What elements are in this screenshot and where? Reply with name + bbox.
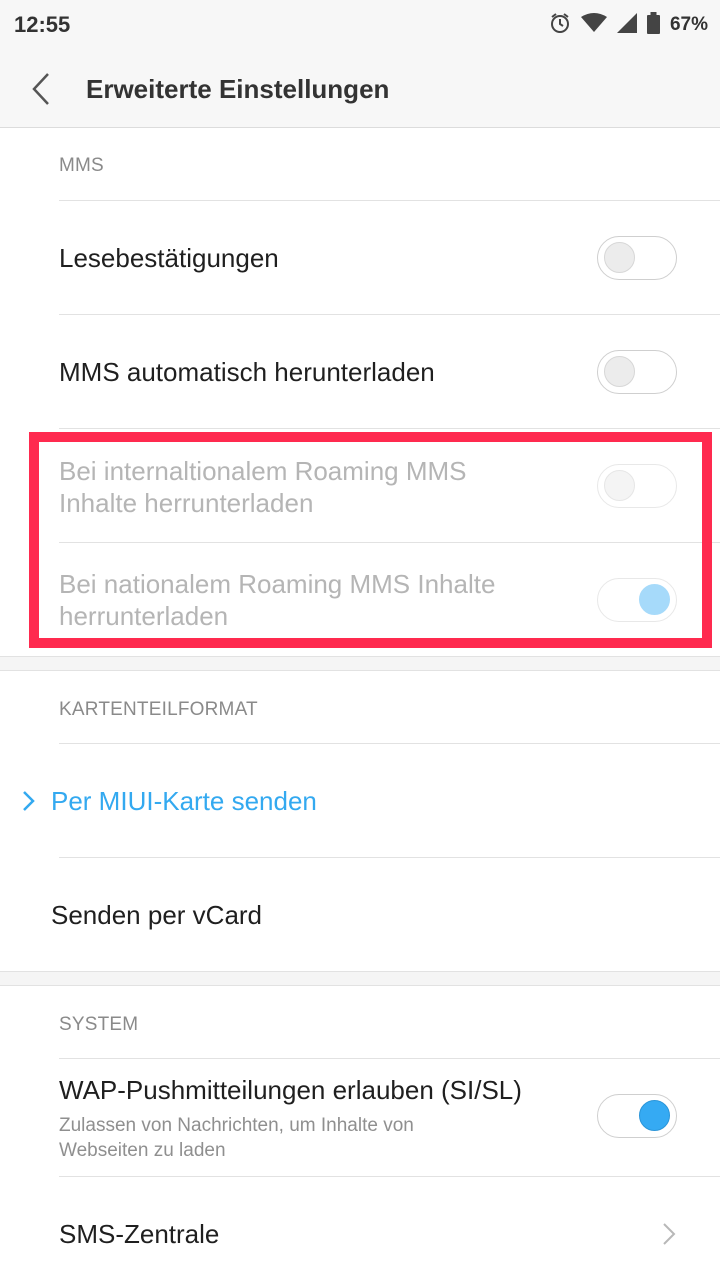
divider [59,1176,720,1177]
divider [59,314,720,315]
wap-push-label: WAP-Pushmitteilungen erlauben (SI/SL) [59,1075,522,1105]
battery-percentage: 67% [669,14,708,35]
wifi-icon [580,12,607,38]
status-time: 12:55 [14,12,71,37]
highlight-annotation [29,432,712,648]
selected-chevron-icon [22,790,36,817]
auto-download-toggle[interactable] [597,350,677,394]
section-gap [0,971,720,986]
section-label-card-format: KARTENTEILFORMAT [59,699,258,720]
divider [59,857,720,858]
signal-icon [616,12,637,38]
section-label-system: SYSTEM [59,1014,139,1035]
app-header: Erweiterte Einstellungen [0,50,720,128]
battery-icon [646,11,660,39]
toggle-knob [604,242,635,273]
sms-center-label: SMS-Zentrale [59,1219,220,1249]
wap-push-sublabel-line1: Zulassen von Nachrichten, um Inhalte von [59,1115,414,1136]
read-receipts-toggle[interactable] [597,236,677,280]
status-bar: 12:55 67% [0,0,720,50]
divider [59,200,720,201]
wap-push-sublabel-line2: Webseiten zu laden [59,1140,226,1161]
vcard-label: Senden per vCard [51,900,263,930]
back-arrow-icon[interactable] [28,72,58,106]
status-icons: 67% [549,11,708,39]
auto-download-label: MMS automatisch herunterladen [59,357,435,387]
toggle-knob [604,356,635,387]
section-label-mms: MMS [59,155,104,176]
section-gap [0,656,720,671]
page-title: Erweiterte Einstellungen [86,74,390,104]
alarm-icon [549,12,571,39]
read-receipts-label: Lesebestätigungen [59,243,279,273]
chevron-right-icon [662,1222,676,1251]
toggle-knob [639,1100,670,1131]
divider [59,428,720,429]
divider [59,1058,720,1059]
divider [59,743,720,744]
miui-card-label: Per MIUI-Karte senden [51,786,317,816]
wap-push-toggle[interactable] [597,1094,677,1138]
